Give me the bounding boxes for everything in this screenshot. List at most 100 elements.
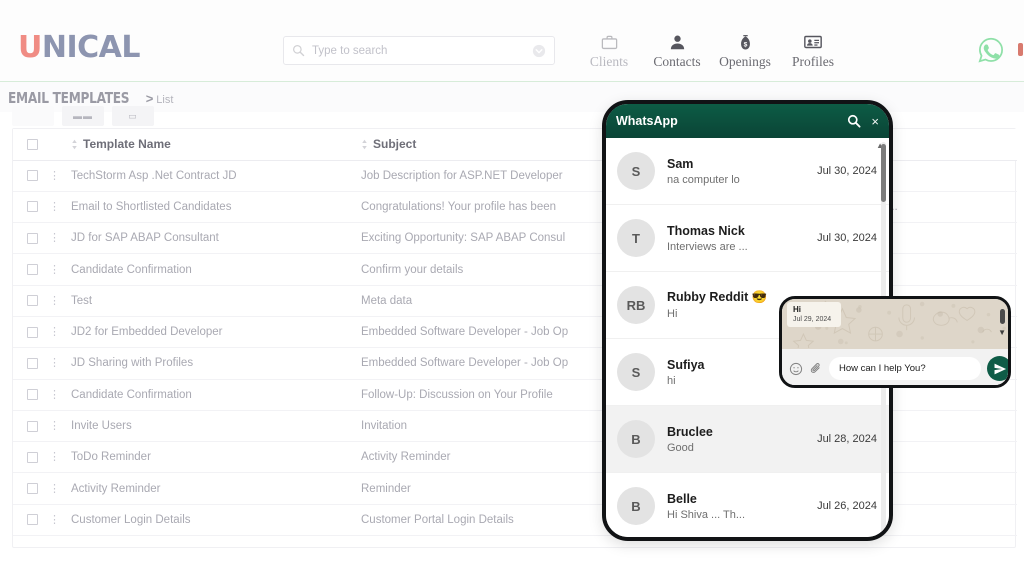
row-actions-menu-icon[interactable]: ⋮ — [49, 264, 60, 276]
row-checkbox[interactable] — [27, 326, 38, 338]
row-select-cell — [13, 379, 49, 411]
chat-message-text: Hi — [793, 305, 801, 314]
avatar: T — [617, 219, 655, 257]
avatar: B — [617, 420, 655, 458]
row-select-cell — [13, 410, 49, 443]
chat-list-item[interactable]: B Bruclee Good Jul 28, 2024 — [606, 406, 889, 473]
row-actions-cell: ⋮ — [49, 285, 71, 317]
emoji-smiley-icon[interactable] — [789, 362, 803, 376]
chat-message-input[interactable] — [829, 357, 981, 380]
row-actions-menu-icon[interactable]: ⋮ — [49, 483, 60, 495]
chat-date: Jul 30, 2024 — [817, 165, 877, 177]
search-input[interactable] — [305, 44, 532, 57]
whatsapp-chat-window: Hi Jul 29, 2024 ▼ — [779, 296, 1011, 388]
nav-label-profiles: Profiles — [792, 54, 834, 69]
nav-item-contacts[interactable]: Contacts — [643, 26, 711, 70]
nav-item-clients[interactable]: Clients — [575, 26, 643, 70]
chat-contact-name: Belle — [667, 491, 697, 506]
cell-template-name: Test — [71, 285, 361, 317]
chat-date: Jul 26, 2024 — [817, 500, 877, 512]
row-checkbox[interactable] — [27, 483, 38, 495]
row-actions-cell: ⋮ — [49, 191, 71, 224]
row-checkbox[interactable] — [27, 264, 38, 276]
row-checkbox[interactable] — [27, 357, 38, 369]
row-select-cell — [13, 316, 49, 349]
row-actions-cell: ⋮ — [49, 410, 71, 443]
edge-indicator — [1018, 43, 1023, 56]
avatar: RB — [617, 286, 655, 324]
chat-item-meta: Bruclee Good — [655, 425, 811, 454]
row-checkbox[interactable] — [27, 514, 38, 526]
row-select-cell — [13, 441, 49, 474]
toolbar-button-2-glyph: ▬▬ — [73, 111, 93, 121]
nav-item-profiles[interactable]: Profiles — [779, 26, 847, 70]
chat-date: Jul 30, 2024 — [817, 232, 877, 244]
cell-template-name: JD2 for Embedded Developer — [71, 316, 361, 349]
breadcrumb-main[interactable]: EMAIL TEMPLATES — [8, 89, 129, 107]
chat-window-scrollbar-thumb[interactable] — [1000, 309, 1005, 324]
row-checkbox[interactable] — [27, 295, 38, 307]
send-paper-plane-icon[interactable] — [987, 356, 1008, 381]
chevron-down-circle-icon[interactable] — [532, 44, 546, 58]
cell-template-name: ToDo Reminder — [71, 441, 361, 474]
row-actions-menu-icon[interactable]: ⋮ — [49, 201, 60, 213]
nav-item-openings[interactable]: $ Openings — [711, 26, 779, 70]
cell-template-name: Invite Users — [71, 410, 361, 443]
header-template-name[interactable]: Template Name — [71, 129, 361, 161]
row-actions-cell: ⋮ — [49, 441, 71, 474]
scroll-down-icon[interactable]: ▼ — [998, 328, 1006, 337]
row-actions-menu-icon[interactable]: ⋮ — [49, 514, 60, 526]
global-search[interactable] — [283, 36, 555, 65]
avatar: S — [617, 353, 655, 391]
row-actions-menu-icon[interactable]: ⋮ — [49, 420, 60, 432]
search-icon[interactable] — [847, 114, 861, 128]
close-icon[interactable]: × — [871, 114, 879, 129]
row-checkbox[interactable] — [27, 170, 38, 182]
row-checkbox[interactable] — [27, 232, 38, 244]
row-actions-menu-icon[interactable]: ⋮ — [49, 326, 60, 338]
row-actions-cell: ⋮ — [49, 316, 71, 349]
row-select-cell — [13, 347, 49, 380]
main-navigation: Clients Contacts $ Openings Profiles — [575, 26, 847, 70]
nav-label-contacts: Contacts — [653, 54, 701, 69]
cell-template-name: Email to Shortlisted Candidates — [71, 191, 361, 224]
chat-date: Jul 28, 2024 — [817, 433, 877, 445]
row-actions-menu-icon[interactable]: ⋮ — [49, 357, 60, 369]
row-select-cell — [13, 285, 49, 317]
logo-first-letter: U — [18, 30, 42, 65]
chat-contact-name: Sam — [667, 156, 694, 171]
cell-template-name: Customer Login Details — [71, 504, 361, 537]
toolbar-button-3[interactable]: ▭ — [112, 106, 154, 126]
row-select-cell — [13, 160, 49, 192]
toolbar-button-2[interactable]: ▬▬ — [62, 106, 104, 126]
sort-icon[interactable] — [361, 139, 368, 150]
row-actions-menu-icon[interactable]: ⋮ — [49, 170, 60, 182]
chat-list-scrollbar-thumb[interactable] — [881, 144, 886, 202]
whatsapp-panel-title: WhatsApp — [616, 114, 678, 128]
toolbar-button-3-glyph: ▭ — [128, 110, 138, 121]
chat-contact-name: Thomas Nick — [667, 223, 745, 238]
row-actions-menu-icon[interactable]: ⋮ — [49, 295, 60, 307]
chat-item-meta: Belle Hi Shiva ... Th... — [655, 492, 811, 521]
row-checkbox[interactable] — [27, 451, 38, 463]
chat-list-item[interactable]: T Thomas Nick Interviews are ... Jul 30, 20… — [606, 205, 889, 272]
row-select-cell — [13, 472, 49, 505]
chat-list-item[interactable]: B Belle Hi Shiva ... Th... Jul 26, 2024 — [606, 473, 889, 537]
sort-icon[interactable] — [71, 139, 78, 150]
row-select-cell — [13, 191, 49, 224]
money-bag-icon: $ — [736, 26, 755, 52]
whatsapp-floating-button[interactable] — [977, 36, 1005, 64]
row-checkbox[interactable] — [27, 420, 38, 432]
breadcrumb-separator: > — [145, 91, 154, 106]
row-checkbox[interactable] — [27, 389, 38, 401]
chat-list-item[interactable]: S Sam na computer lo Jul 30, 2024 — [606, 138, 889, 205]
toolbar-button-1[interactable] — [12, 106, 54, 126]
select-all-checkbox[interactable] — [27, 138, 38, 150]
paperclip-icon[interactable] — [809, 362, 823, 376]
app-logo[interactable]: UNICAL — [18, 30, 141, 65]
row-actions-menu-icon[interactable]: ⋮ — [49, 389, 60, 401]
row-actions-menu-icon[interactable]: ⋮ — [49, 232, 60, 244]
cell-template-name: JD for SAP ABAP Consultant — [71, 222, 361, 255]
row-actions-menu-icon[interactable]: ⋮ — [49, 451, 60, 463]
row-checkbox[interactable] — [27, 201, 38, 213]
